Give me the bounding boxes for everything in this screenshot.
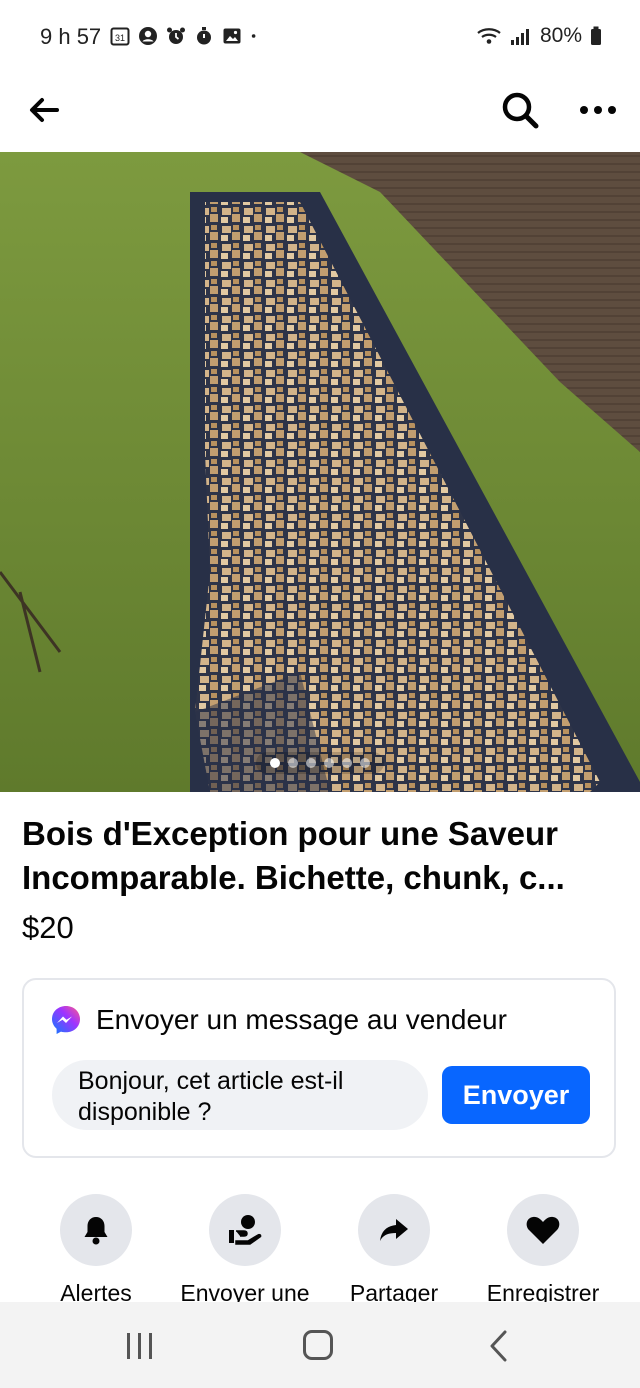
alerts-action[interactable]: Alertes (16, 1194, 176, 1307)
status-system-icons: 80% (476, 24, 602, 48)
battery-icon (591, 26, 601, 45)
bell-icon (84, 1217, 108, 1245)
send-offer-button[interactable] (209, 1194, 281, 1266)
listing-price: $20 (22, 910, 74, 945)
recent-apps-icon[interactable] (124, 1332, 156, 1360)
status-bar: 9 h 57 31 80% (0, 0, 640, 76)
message-seller-card: Envoyer un message au vendeur Bonjour, c… (22, 978, 616, 1158)
wifi-icon (477, 28, 501, 44)
photo-dot (342, 758, 352, 768)
battery-percent: 80% (539, 24, 582, 47)
listing-actions: Alertes Envoyer une Partager Enregistrer (0, 1194, 640, 1307)
home-icon[interactable] (303, 1330, 333, 1360)
listing-title: Bois d'Exception pour une Saveur Incompa… (22, 815, 565, 896)
share-action[interactable]: Partager (314, 1194, 474, 1307)
message-card-header: Envoyer un message au vendeur (50, 1004, 507, 1036)
back-arrow-icon[interactable] (24, 90, 64, 130)
more-icon[interactable] (576, 94, 620, 126)
status-time: 9 h 57 (40, 24, 102, 49)
account-icon (139, 27, 157, 45)
messenger-icon (52, 1006, 80, 1034)
message-input[interactable]: Bonjour, cet article est-il disponible ? (52, 1060, 428, 1130)
save-button[interactable] (507, 1194, 579, 1266)
send-offer-action[interactable]: Envoyer une (165, 1194, 325, 1307)
signal-icon (510, 29, 529, 45)
search-icon[interactable] (498, 88, 542, 132)
message-card-title: Envoyer un message au vendeur (96, 1004, 507, 1035)
listing-photo[interactable] (0, 152, 640, 792)
system-back-icon[interactable] (488, 1330, 510, 1362)
send-button[interactable]: Envoyer (442, 1066, 590, 1124)
timer-icon (197, 27, 211, 45)
share-button[interactable] (358, 1194, 430, 1266)
top-nav-bar (0, 76, 640, 152)
system-navigation-bar (0, 1302, 640, 1388)
calendar-day: 31 (115, 33, 125, 43)
photo-pagination (0, 752, 640, 774)
status-notification-icons: 31 (110, 26, 262, 46)
dot-icon (251, 34, 256, 38)
photo-dot (306, 758, 316, 768)
photo-pagination-dots (256, 752, 384, 774)
photo-dot (288, 758, 298, 768)
listing-photo-image (0, 152, 640, 792)
heart-icon (526, 1216, 560, 1244)
photo-dot (270, 758, 280, 768)
alerts-button[interactable] (60, 1194, 132, 1266)
gallery-icon (223, 28, 241, 44)
calendar-icon: 31 (110, 27, 130, 46)
share-icon (380, 1219, 408, 1241)
send-offer-icon (229, 1215, 262, 1245)
save-action[interactable]: Enregistrer (463, 1194, 623, 1307)
photo-dot (360, 758, 370, 768)
photo-dot (324, 758, 334, 768)
alarm-icon (167, 27, 185, 44)
